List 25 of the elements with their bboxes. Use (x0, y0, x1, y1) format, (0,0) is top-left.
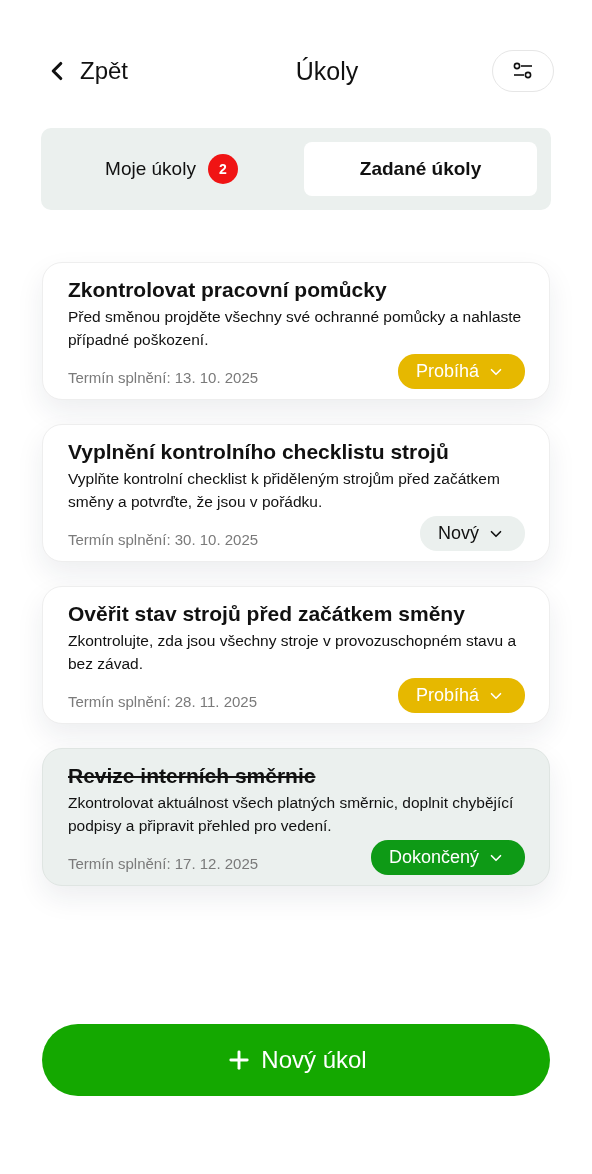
tab[interactable]: Moje úkoly 2 (55, 142, 288, 196)
task-card[interactable]: Ověřit stav strojů před začátkem směny Zkontrolujte, zda jsou všechny stroje v provozuschopném stavu a bez závad. Termín splnění: 28. 11. 2025 Probíhá (42, 586, 550, 724)
task-description: Vyplňte kontrolní checklist k přiděleným strojům před začátkem směny a potvrďte, že jsou v pořádku. (68, 469, 501, 512)
task-description: Před směnou projděte všechny své ochranné pomůcky a nahlaste případné poškození. (68, 307, 523, 350)
task-title: Ověřit stav strojů před začátkem směny (68, 601, 466, 627)
count-badge: 2 (207, 154, 238, 184)
filter-button[interactable] (492, 50, 554, 92)
sliders-icon (513, 62, 533, 80)
due-date: Termín splnění: 17. 12. 2025 (68, 855, 259, 872)
task-title: Zkontrolovat pracovní pomůcky (68, 277, 388, 303)
status-dropdown[interactable]: Dokončený (370, 840, 525, 875)
task-description: Zkontrolujte, zda jsou všechny stroje v provozuschopném stavu a bez závad. (68, 631, 517, 674)
task-description: Zkontrolovat aktuálnost všech platných směrnic, doplnit chybějící podpisy a připravit přehled pro vedení. (68, 793, 515, 836)
task-card[interactable]: Revize interních směrnic Zkontrolovat aktuálnost všech platných směrnic, doplnit chybějící podpisy a připravit přehled pro vedení. Termín splnění: 17. 12. 2025 Dokončený (42, 748, 550, 886)
back-button[interactable]: Zpět (42, 56, 162, 86)
task-title: Revize interních směrnic (68, 763, 317, 789)
task-title: Vyplnění kontrolního checklistu strojů (68, 439, 450, 465)
page-title: Úkoly (295, 56, 359, 86)
due-date: Termín splnění: 30. 10. 2025 (68, 531, 259, 548)
task-card[interactable]: Zkontrolovat pracovní pomůcky Před směnou projděte všechny své ochranné pomůcky a nahlaste případné poškození. Termín splnění: 13. 10. 2025 Probíhá (42, 262, 550, 400)
due-date: Termín splnění: 28. 11. 2025 (68, 693, 257, 710)
task-card[interactable]: Vyplnění kontrolního checklistu strojů Vyplňte kontrolní checklist k přiděleným strojům před začátkem směny a potvrďte, že jsou v pořádku. Termín splnění: 30. 10. 2025 Nový (42, 424, 550, 562)
due-date: Termín splnění: 13. 10. 2025 (68, 369, 259, 386)
status-dropdown[interactable]: Nový (420, 516, 525, 551)
tab[interactable]: Zadané úkoly (304, 142, 537, 196)
